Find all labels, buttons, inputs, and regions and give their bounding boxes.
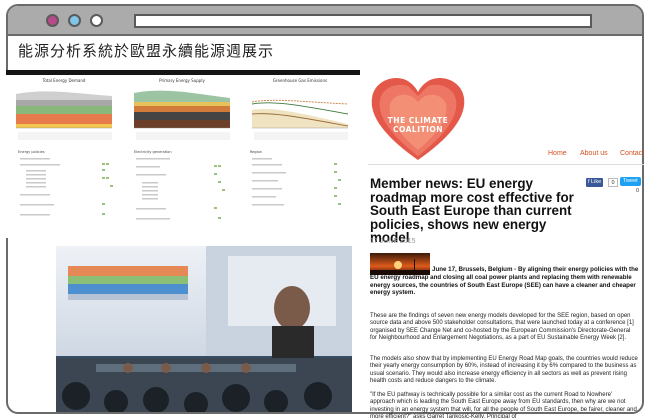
stacked-area-chart — [16, 91, 112, 140]
electricity-generation-panel: Electricity generation — [134, 150, 246, 236]
minimize-window-button[interactable] — [68, 14, 81, 27]
nav-contact[interactable]: Contact — [620, 150, 644, 157]
line-chart — [251, 99, 349, 140]
logo-text: THE CLIMATE COALITION — [387, 116, 449, 134]
conference-photo-image — [56, 246, 352, 412]
title-bar — [8, 6, 642, 36]
address-bar[interactable] — [134, 14, 592, 28]
article-lead: June 17, Brussels, Belgium - By aligning… — [370, 266, 639, 297]
energy-policies-panel: Energy policies — [18, 150, 130, 236]
nav-about-us[interactable]: About us — [580, 150, 608, 157]
nav-divider — [368, 164, 644, 165]
article-title: Member news: EU energy roadmap more cost… — [370, 176, 574, 246]
article-paragraph: These are the findings of seven new ener… — [370, 313, 634, 342]
maximize-window-button[interactable] — [90, 14, 103, 27]
conference-photo — [56, 246, 352, 412]
region-panel: Region — [250, 150, 362, 236]
nav-home[interactable]: Home — [548, 150, 567, 157]
total-energy-demand-chart: Total Energy Demand — [8, 78, 120, 144]
tweet-button[interactable]: Tweet — [620, 177, 641, 186]
site-nav: Home About us Contact — [368, 150, 644, 164]
energy-dashboard-screenshot: Total Energy Demand Primary Energy Suppl… — [6, 70, 360, 238]
greenhouse-gas-emissions-chart: Greenhouse Gas Emissions — [244, 78, 356, 144]
stacked-area-chart — [134, 90, 230, 140]
article-paragraph: The models also show that by implementin… — [370, 356, 638, 385]
article-paragraph: "If the EU pathway is technically possib… — [370, 392, 637, 418]
article-date: 17 JUNE 2015 — [370, 238, 416, 245]
facebook-like-button[interactable]: f Like — [586, 178, 604, 187]
dashboard-toolbar — [6, 70, 360, 75]
tweet-count: 0 — [636, 188, 640, 194]
page-title: 能源分析系統於歐盟永續能源週展示 — [18, 42, 275, 60]
primary-energy-supply-chart: Primary Energy Supply — [126, 78, 238, 144]
facebook-like-count: 0 — [608, 178, 618, 187]
close-window-button[interactable] — [46, 14, 59, 27]
